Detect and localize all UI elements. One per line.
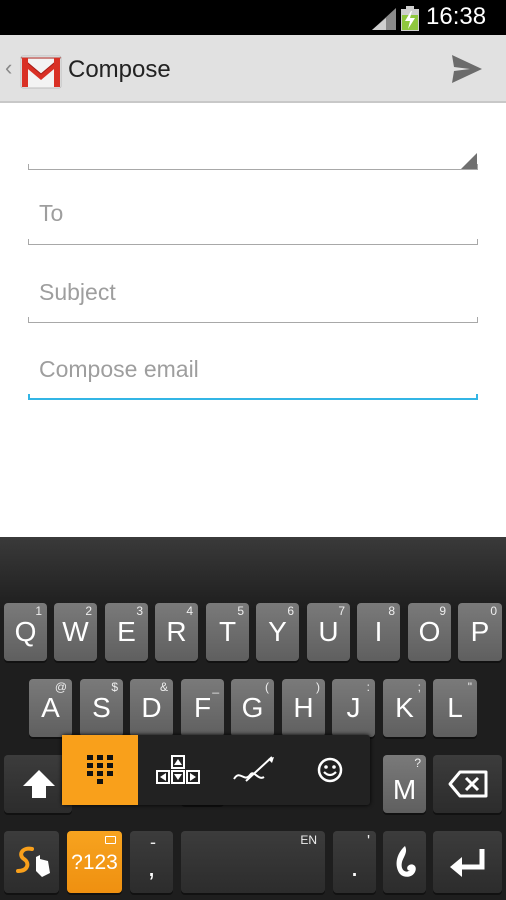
shift-icon [23,770,55,798]
key-t[interactable]: 5T [206,603,249,661]
enter-icon [450,849,485,877]
dragon-icon [396,846,416,877]
enter-key[interactable] [433,831,502,893]
up-caret-icon[interactable]: ‹ [5,56,12,80]
period-key[interactable]: ' . [333,831,376,893]
compose-form: To Subject Compose email [0,103,506,537]
number-pad-icon [87,755,113,784]
key-p[interactable]: 0P [458,603,502,661]
key-a[interactable]: @ A [29,679,72,737]
swype-key[interactable] [4,831,59,893]
key-s[interactable]: $ S [80,679,123,737]
symbols-key[interactable]: ?123 [67,831,122,893]
key-w[interactable]: 2W [54,603,97,661]
subject-field-underline [28,317,478,323]
dragon-voice-key[interactable] [383,831,426,893]
comma-key[interactable]: - , [130,831,173,893]
key-u[interactable]: 7U [307,603,350,661]
to-field-underline [28,239,478,245]
key-d[interactable]: & D [130,679,173,737]
key-f[interactable]: _ F [181,679,224,737]
compose-body-field[interactable]: Compose email [39,354,199,384]
handwriting-option[interactable] [216,735,292,805]
key-i[interactable]: 8I [357,603,400,661]
cursor-arrows-icon [156,755,200,784]
gmail-logo-icon[interactable] [20,48,62,90]
subject-field[interactable]: Subject [39,277,116,307]
key-o[interactable]: 9O [408,603,451,661]
key-m[interactable]: ? M [383,755,426,813]
key-j[interactable]: :J [332,679,375,737]
clock: 16:38 [426,3,487,30]
page-title: Compose [68,56,171,83]
from-field[interactable] [28,164,478,170]
key-k[interactable]: ; K [383,679,426,737]
swype-icon [16,846,50,877]
from-dropdown-arrow-icon[interactable] [461,153,477,169]
key-q[interactable]: 1Q [4,603,47,661]
to-field[interactable]: To [39,198,63,228]
backspace-icon [448,770,488,798]
key-l[interactable]: " L [433,679,477,737]
space-key[interactable]: EN [181,831,325,893]
key-r[interactable]: 4R [155,603,198,661]
send-icon[interactable] [446,51,486,87]
key-h[interactable]: ) H [282,679,325,737]
key-e[interactable]: 3E [105,603,148,661]
compose-body-underline [28,394,478,400]
key-y[interactable]: 6Y [256,603,299,661]
signal-icon [372,8,396,30]
battery-charging-icon [401,6,419,31]
cursor-arrows-option[interactable] [140,735,216,805]
status-bar: 16:38 [0,0,506,35]
backspace-key[interactable] [433,755,502,813]
handwriting-icon [233,756,274,782]
emoji-icon [317,757,343,783]
emoji-option[interactable] [292,735,368,805]
number-pad-option[interactable] [62,735,138,805]
key-g[interactable]: (G [231,679,274,737]
